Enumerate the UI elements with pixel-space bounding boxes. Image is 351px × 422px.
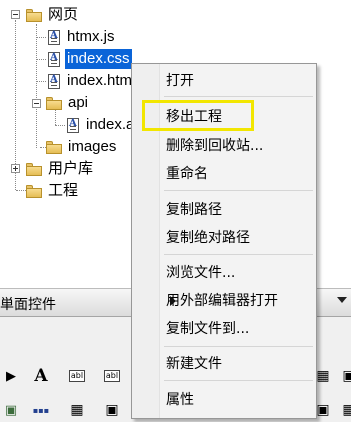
folder-icon: [46, 140, 62, 154]
tree-node-images[interactable]: images: [46, 136, 118, 158]
label-tool-icon[interactable]: A: [30, 365, 52, 387]
menu-item-open-with-external-editor[interactable]: 用外部编辑器打开: [166, 292, 278, 310]
tree-node-file[interactable]: htmx.js: [48, 26, 117, 48]
file-icon: [48, 29, 60, 45]
menu-item-rename[interactable]: 重命名: [166, 165, 208, 183]
menu-separator: [164, 190, 313, 191]
tree-node-label: index.a: [86, 116, 135, 133]
collapse-toggle-webpage[interactable]: [11, 10, 20, 19]
tree-node-label: 用户库: [48, 160, 94, 177]
toolbox-tool-icon[interactable]: ▦: [338, 399, 351, 421]
folder-icon: [26, 162, 42, 176]
tree-node-project[interactable]: 工程: [26, 180, 80, 202]
file-icon: [67, 117, 79, 133]
file-icon: [48, 51, 60, 67]
textbox-tool-icon[interactable]: abl: [66, 365, 88, 387]
menu-item-properties[interactable]: 属性: [166, 391, 194, 409]
tree-node-file[interactable]: index.a: [67, 114, 136, 136]
menu-separator: [164, 96, 313, 97]
pointer-tool-icon[interactable]: ▶: [0, 365, 22, 387]
submenu-arrow-icon: [170, 296, 176, 306]
menu-item-copy-path[interactable]: 复制路径: [166, 201, 222, 219]
tree-node-label: htmx.js: [67, 28, 115, 45]
tree-node-api[interactable]: api: [46, 92, 90, 114]
collapse-toggle-api[interactable]: [32, 99, 41, 108]
tree-node-user-library[interactable]: 用户库: [26, 158, 95, 180]
folder-icon: [46, 96, 62, 110]
expand-toggle-user-library[interactable]: [11, 164, 20, 173]
toolbox-tool-icon[interactable]: ▣: [338, 365, 351, 387]
menu-item-delete-to-recycle-bin[interactable]: 删除到回收站...: [166, 137, 263, 155]
tree-node-label: 工程: [48, 182, 79, 199]
folder-icon: [26, 184, 42, 198]
image-tool-icon[interactable]: ▣: [0, 399, 22, 421]
menu-item-new-file[interactable]: 新建文件: [166, 355, 222, 373]
tree-node-webpage[interactable]: 网页: [26, 4, 80, 26]
toolbox-title: 単面控件: [0, 297, 56, 313]
menu-item-copy-file-to[interactable]: 复制文件到...: [166, 320, 249, 338]
tree-node-label: index.css: [65, 49, 132, 69]
dropdown-arrow-icon[interactable]: [337, 297, 347, 303]
tree-node-label: images: [68, 138, 117, 155]
file-icon: [48, 73, 60, 89]
tree-node-label: api: [68, 94, 89, 111]
menu-separator: [164, 380, 313, 381]
menu-item-browse-file[interactable]: 浏览文件...: [166, 264, 235, 282]
menu-separator: [164, 254, 313, 255]
folder-icon: [26, 8, 42, 22]
separator-tool-icon[interactable]: ▪▪▪: [30, 399, 52, 421]
menu-separator: [164, 346, 313, 347]
menu-item-copy-absolute-path[interactable]: 复制绝对路径: [166, 229, 250, 247]
tree-node-label: 网页: [48, 6, 79, 23]
tree-node-file-selected[interactable]: index.css: [48, 48, 132, 70]
menu-item-open[interactable]: 打开: [166, 72, 194, 90]
textarea-tool-icon[interactable]: abl: [101, 365, 123, 387]
frame-tool-icon[interactable]: ▣: [101, 399, 123, 421]
tree-node-file[interactable]: index.htm: [48, 70, 134, 92]
tree-node-label: index.htm: [67, 72, 133, 89]
highlight-box: [142, 100, 254, 131]
grid-tool-icon[interactable]: ▦: [66, 399, 88, 421]
